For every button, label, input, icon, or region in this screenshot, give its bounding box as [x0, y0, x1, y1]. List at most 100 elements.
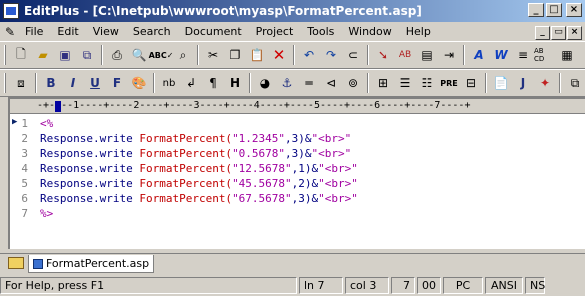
document-tab-bar: FormatPercent.asp: [0, 253, 585, 273]
paragraph-icon[interactable]: ¶: [202, 72, 224, 94]
code-lines[interactable]: 1 <% 2 Response.write FormatPercent("1.2345…: [10, 116, 585, 221]
color-icon[interactable]: 🎨: [128, 72, 150, 94]
document-selector-icon[interactable]: ⊞: [578, 44, 585, 66]
print-icon[interactable]: ⎙: [106, 44, 128, 66]
folder-icon[interactable]: [8, 257, 24, 269]
preview-icon[interactable]: ⧉: [564, 72, 585, 94]
maximize-button[interactable]: □: [546, 3, 562, 17]
file-tab-label: FormatPercent.asp: [46, 257, 150, 270]
form-icon[interactable]: ⊚: [342, 72, 364, 94]
toolbar-grip[interactable]: [4, 45, 6, 65]
cut-icon[interactable]: ✂: [202, 44, 224, 66]
redo-icon[interactable]: ↷: [320, 44, 342, 66]
script-icon[interactable]: 📄: [490, 72, 512, 94]
menu-edit[interactable]: Edit: [50, 22, 85, 41]
paste-icon[interactable]: 📋: [246, 44, 268, 66]
code-line[interactable]: 6 Response.write FormatPercent("67.5678",…: [10, 191, 585, 206]
code-token: FormatPercent(: [139, 132, 233, 145]
status-encoding: ANSI: [485, 277, 523, 294]
line-number: 5: [21, 177, 28, 190]
code-token: ,3)&: [291, 192, 319, 205]
code-token: FormatPercent(: [139, 192, 233, 205]
indent-icon[interactable]: ⇥: [438, 44, 460, 66]
status-column: col 3: [345, 277, 389, 294]
line-break-icon[interactable]: ↲: [180, 72, 202, 94]
print-preview-icon[interactable]: 🔍: [128, 44, 150, 66]
code-line[interactable]: 4 Response.write FormatPercent("12.5678",…: [10, 161, 585, 176]
cliptext-icon[interactable]: AB: [394, 44, 416, 66]
title-bar: EditPlus - [C:\Inetpub\wwwroot\myasp\For…: [0, 0, 585, 22]
mdi-restore-button[interactable]: ▭: [551, 26, 566, 40]
directory-icon[interactable]: ▤: [416, 44, 438, 66]
word-wrap-icon[interactable]: W: [490, 44, 512, 66]
center-icon[interactable]: ☰: [394, 72, 416, 94]
find-icon[interactable]: ⌕: [172, 44, 194, 66]
line-numbers-icon[interactable]: ≡: [512, 44, 534, 66]
undo-icon[interactable]: ↶: [298, 44, 320, 66]
code-line[interactable]: 1 <%: [10, 116, 585, 131]
copy-icon[interactable]: ❐: [224, 44, 246, 66]
underline-icon[interactable]: U: [84, 72, 106, 94]
menu-help[interactable]: Help: [399, 22, 438, 41]
anchor-icon[interactable]: ⚓: [276, 72, 298, 94]
menu-search[interactable]: Search: [126, 22, 178, 41]
toolbar-separator: [485, 73, 487, 93]
menu-file[interactable]: File: [18, 22, 50, 41]
output-window-icon[interactable]: ▦: [556, 44, 578, 66]
line-number: 6: [21, 192, 28, 205]
menu-tools[interactable]: Tools: [300, 22, 341, 41]
code-token: "12.5678": [232, 162, 292, 175]
editplus-app-icon[interactable]: [3, 3, 19, 19]
menu-project[interactable]: Project: [249, 22, 301, 41]
image-icon[interactable]: ◕: [254, 72, 276, 94]
code-token: "<br>": [318, 162, 358, 175]
close-button[interactable]: ×: [566, 3, 582, 17]
code-text: Response.write FormatPercent("67.5678",3…: [36, 192, 358, 205]
code-line[interactable]: 5 Response.write FormatPercent("45.5678",…: [10, 176, 585, 191]
nbsp-icon[interactable]: nb: [158, 72, 180, 94]
italic-icon[interactable]: I: [62, 72, 84, 94]
save-all-icon[interactable]: ⧉: [76, 44, 98, 66]
horizontal-rule-icon[interactable]: ═: [298, 72, 320, 94]
menu-view[interactable]: View: [86, 22, 126, 41]
ruler-icon[interactable]: AB CD: [534, 44, 556, 66]
status-ns: NS: [525, 277, 545, 294]
spell-check-icon[interactable]: ABC✓: [149, 44, 174, 66]
toolbar-grip[interactable]: [4, 73, 6, 93]
javascript-icon[interactable]: J: [512, 72, 534, 94]
mdi-close-button[interactable]: ×: [567, 26, 582, 40]
bold-icon[interactable]: B: [40, 72, 62, 94]
preformatted-icon[interactable]: PRE: [438, 72, 460, 94]
save-icon[interactable]: ▣: [54, 44, 76, 66]
menu-document[interactable]: Document: [178, 22, 249, 41]
list-icon[interactable]: ☷: [416, 72, 438, 94]
html-tag-icon[interactable]: ⊟: [460, 72, 482, 94]
delete-icon[interactable]: ✕: [268, 44, 290, 66]
heading-icon[interactable]: H: [224, 72, 246, 94]
file-tab[interactable]: FormatPercent.asp: [28, 255, 155, 273]
minimize-button[interactable]: _: [528, 3, 544, 17]
comment-icon[interactable]: ⊲: [320, 72, 342, 94]
browser-icon[interactable]: ➘: [372, 44, 394, 66]
code-editor[interactable]: -+----1----+----2----+----3----+----4---…: [8, 97, 585, 249]
toolbar-separator: [367, 45, 369, 65]
code-line[interactable]: 2 Response.write FormatPercent("1.2345",3…: [10, 131, 585, 146]
code-token: "<br>": [318, 192, 358, 205]
menu-window[interactable]: Window: [341, 22, 398, 41]
font-icon[interactable]: A: [468, 44, 490, 66]
html-view-icon[interactable]: ⧈: [10, 72, 32, 94]
mdi-minimize-button[interactable]: _: [535, 26, 550, 40]
toolbar-separator: [101, 45, 103, 65]
new-file-icon[interactable]: 🗋: [10, 44, 32, 66]
table-icon[interactable]: ⊞: [372, 72, 394, 94]
font-tag-icon[interactable]: F: [106, 72, 128, 94]
replace-icon[interactable]: ⊂: [342, 44, 364, 66]
document-icon[interactable]: ✎: [2, 21, 18, 43]
status-line: ln 7: [299, 277, 343, 294]
color-picker-icon[interactable]: ✦: [534, 72, 556, 94]
code-line[interactable]: 3 Response.write FormatPercent("0.5678",3…: [10, 146, 585, 161]
code-line[interactable]: 7 ▶ %>: [10, 117, 585, 221]
code-token: "67.5678": [232, 192, 292, 205]
open-folder-icon[interactable]: ▰: [32, 44, 54, 66]
toolbar-separator: [367, 73, 369, 93]
